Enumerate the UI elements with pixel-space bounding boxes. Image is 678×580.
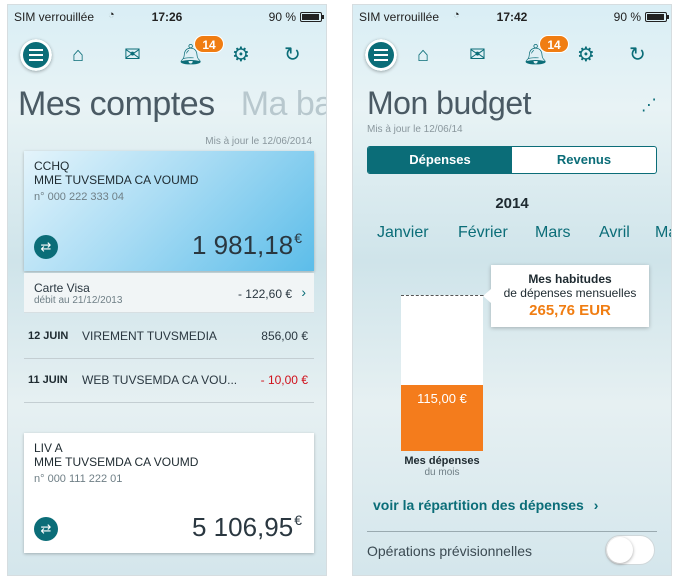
gear-icon[interactable]: ⚙ [577, 45, 595, 65]
toolbar: ⌂ ✉ 🔔︎ 14 ⚙ ↻ [353, 35, 671, 73]
next-page-title[interactable]: Ma ba [241, 85, 326, 123]
currency-symbol: € [294, 230, 302, 246]
account-balance: 5 106,95€ [192, 512, 302, 543]
account-number: n° 000 111 222 01 [34, 473, 123, 485]
transaction-label: VIREMENT TUVSMEDIA [82, 329, 217, 343]
table-row[interactable]: 12 JUIN VIREMENT TUVSMEDIA 856,00 € [24, 315, 314, 359]
divider [367, 531, 657, 532]
transfer-icon[interactable]: ⇄ [34, 517, 58, 541]
transaction-date: 12 JUIN [28, 330, 69, 342]
habits-tooltip: Mes habitudes de dépenses mensuelles 265… [483, 265, 649, 327]
card-title: Carte Visa [34, 281, 90, 295]
account-number: n° 000 222 333 04 [34, 191, 125, 203]
page-title: Mes comptes Ma ba [18, 85, 326, 124]
menu-icon-line [374, 59, 388, 61]
menu-button[interactable] [365, 39, 397, 71]
account-holder: MME TUVSEMDA CA VOUMD [34, 173, 199, 187]
transaction-date: 11 JUIN [28, 374, 68, 386]
menu-button[interactable] [20, 39, 52, 71]
menu-icon [374, 49, 388, 51]
month-item[interactable]: Mars [535, 224, 571, 242]
spending-breakdown-label: voir la répartition des dépenses [373, 497, 584, 513]
bar-caption-title: Mes dépenses [404, 455, 480, 467]
refresh-icon[interactable]: ↻ [629, 45, 646, 65]
home-icon[interactable]: ⌂ [72, 45, 84, 65]
account-balance-value: 1 981,18 [191, 230, 294, 260]
tooltip-subtitle: de dépenses mensuelles [503, 286, 637, 300]
menu-icon [29, 49, 43, 51]
budget-bar: 115,00 € [401, 295, 483, 451]
home-icon[interactable]: ⌂ [417, 45, 429, 65]
battery-icon [645, 12, 669, 22]
account-balance: 1 981,18€ [192, 230, 302, 261]
budget-screen: SIM verrouillée ◔ 17:42 90 % ⌂ ✉ 🔔︎ 14 ⚙… [352, 4, 672, 576]
currency-symbol: € [294, 512, 302, 528]
card-debit-date: débit au 21/12/2013 [34, 295, 123, 306]
account-name: LIV A [34, 441, 63, 455]
account-card-liv-a[interactable]: LIV A MME TUVSEMDA CA VOUMD n° 000 111 2… [24, 433, 314, 553]
spending-breakdown-link[interactable]: voir la répartition des dépenses › [373, 497, 598, 513]
tab-revenus[interactable]: Revenus [512, 147, 656, 173]
spent-value: 115,00 € [417, 391, 467, 407]
notification-badge: 14 [194, 35, 224, 53]
tooltip-value: 265,76 EUR [529, 302, 611, 319]
battery-percent: 90 % [268, 10, 296, 24]
gear-icon[interactable]: ⚙ [232, 45, 250, 65]
month-item[interactable]: Janvier [377, 224, 429, 242]
accounts-screen: SIM verrouillée ◔ 17:26 90 % ⌂ ✉ 🔔︎ 14 ⚙… [7, 4, 327, 576]
transaction-amount: - 10,00 € [260, 373, 308, 387]
mail-icon[interactable]: ✉ [124, 45, 141, 65]
segmented-control: Dépenses Revenus [367, 146, 657, 174]
account-holder: MME TUVSEMDA CA VOUMD [34, 455, 199, 469]
account-balance-value: 5 106,95 [191, 512, 294, 542]
month-item[interactable]: Avril [599, 224, 630, 242]
card-amount: - 122,60 € [237, 287, 292, 301]
bar-caption: Mes dépenses du mois [393, 455, 491, 478]
month-item[interactable]: Février [458, 224, 508, 242]
month-selector: Janvier Février Mars Avril Ma [353, 224, 671, 248]
toolbar: ⌂ ✉ 🔔︎ 14 ⚙ ↻ [8, 35, 326, 73]
transaction-label: WEB TUVSEMDA CA VOU... [82, 373, 238, 387]
account-name: CCHQ [34, 159, 70, 173]
spent-bar: 115,00 € [401, 385, 483, 451]
chevron-right-icon: › [593, 497, 599, 513]
menu-icon-line [29, 59, 43, 61]
last-updated: Mis à jour le 12/06/14 [367, 124, 463, 135]
toggle-knob [607, 537, 633, 563]
year-label: 2014 [495, 195, 529, 212]
battery-percent: 90 % [613, 10, 641, 24]
mail-icon[interactable]: ✉ [469, 45, 486, 65]
menu-icon-line [29, 54, 43, 56]
menu-icon-line [374, 54, 388, 56]
transfer-icon[interactable]: ⇄ [34, 235, 58, 259]
table-row[interactable]: 11 JUIN WEB TUVSEMDA CA VOU... - 10,00 € [24, 359, 314, 403]
status-bar: SIM verrouillée ◔ 17:42 90 % [353, 5, 671, 27]
battery-icon [300, 12, 324, 22]
transaction-amount: 856,00 € [261, 329, 308, 343]
tooltip-title: Mes habitudes [528, 272, 612, 286]
page-title: Mon budget [367, 85, 532, 121]
chevron-right-icon: › [301, 284, 306, 300]
card-visa-row[interactable]: Carte Visa débit au 21/12/2013 - 122,60 … [24, 273, 314, 313]
page-title-text: Mes comptes [18, 85, 215, 123]
status-bar: SIM verrouillée ◔ 17:26 90 % [8, 5, 326, 27]
forecast-operations-toggle[interactable] [605, 535, 655, 565]
refresh-icon[interactable]: ↻ [284, 45, 301, 65]
last-updated: Mis à jour le 12/06/2014 [205, 136, 312, 147]
forecast-operations-label: Opérations prévisionnelles [367, 543, 532, 559]
account-card-cchq[interactable]: CCHQ MME TUVSEMDA CA VOUMD n° 000 222 33… [24, 151, 314, 271]
tab-depenses[interactable]: Dépenses [368, 147, 512, 173]
notification-badge: 14 [539, 35, 569, 53]
month-item[interactable]: Ma [655, 224, 671, 242]
bar-caption-subtitle: du mois [424, 467, 460, 478]
trend-icon[interactable]: ⋰ [641, 95, 657, 115]
